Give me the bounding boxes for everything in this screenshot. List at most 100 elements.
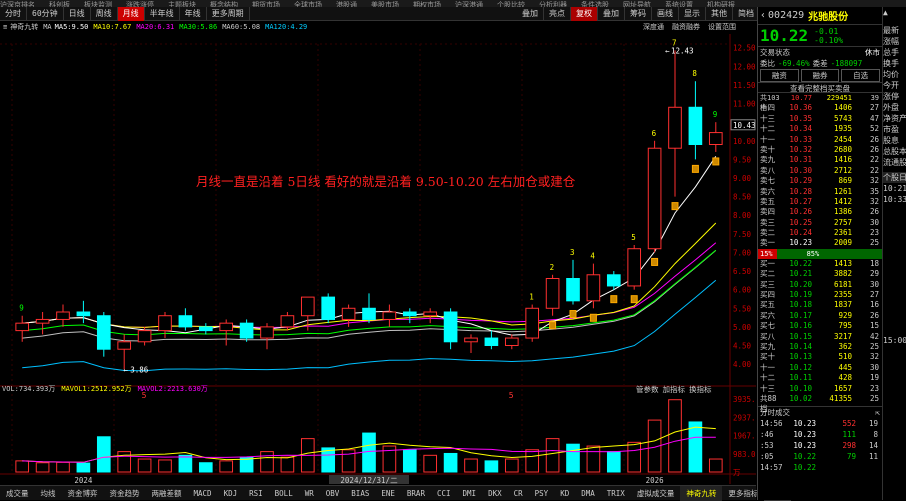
indicator-tab[interactable]: KD <box>554 486 575 501</box>
order-row: 十一 10.12 445 30 <box>758 363 882 373</box>
order-count: 26 <box>869 134 879 144</box>
x-axis-label: 2024/12/31/二 <box>340 476 398 484</box>
candle-up <box>504 337 519 346</box>
candle-up <box>382 311 397 320</box>
kline-chart-area[interactable]: 12.50 12.00 11.50 11.00 10.43 10.00 9.50 9.00 8.… <box>0 34 765 485</box>
subbar-option[interactable]: 设置范围 <box>708 22 736 32</box>
tick-price: 10.22 <box>793 463 816 473</box>
chart-tool-button[interactable]: 简档 <box>733 6 760 21</box>
y-tick-label: 12.00 <box>733 62 756 71</box>
period-tab[interactable]: 月线 <box>117 6 145 21</box>
indicator-tab[interactable]: RSI <box>243 486 269 501</box>
period-tab[interactable]: 60分钟 <box>27 6 64 21</box>
mavol2-value: MAVOL2:2213.630万 <box>137 385 208 393</box>
order-level: 买八 <box>760 331 775 341</box>
candle-up <box>158 315 172 332</box>
period-tab[interactable]: 分时 <box>0 6 27 21</box>
nine-turn-count: 9 <box>713 110 718 119</box>
period-tab[interactable]: 周线 <box>91 6 118 21</box>
order-count: 22 <box>869 165 879 175</box>
chart-tool-button[interactable]: 筹码 <box>625 6 652 21</box>
indicator-tab[interactable]: 虚拟成交量 <box>631 486 681 501</box>
indicator-tab[interactable]: 神奇九转 <box>680 485 723 501</box>
order-level: 买十 <box>760 352 775 362</box>
indicator-tab[interactable]: ENE <box>375 486 401 501</box>
chart-tool-button[interactable]: 画线 <box>652 6 679 21</box>
indicator-tab[interactable]: 两融差额 <box>146 486 188 501</box>
detail-label: 换手 <box>883 59 899 68</box>
period-tab[interactable]: 半年线 <box>145 6 180 21</box>
quote-action-button[interactable]: 自选 <box>841 69 881 82</box>
indicator-tab[interactable]: 资金趋势 <box>104 486 146 501</box>
y-tick-label: 6.00 <box>733 286 752 295</box>
quote-action-button[interactable]: 融资 <box>760 69 799 82</box>
indicator-tab[interactable]: BIAS <box>345 486 375 501</box>
menu-icon[interactable]: ≡ <box>3 23 7 31</box>
price-change: -0.01 <box>814 26 839 36</box>
indicator-tab[interactable]: TRIX <box>601 486 631 501</box>
indicator-tab[interactable]: MACD <box>188 486 218 501</box>
chart-tool-button[interactable]: 叠加 <box>517 6 544 21</box>
order-count: 25 <box>869 341 879 351</box>
detail-tab[interactable]: 个股日 <box>883 172 906 183</box>
order-volume: 1416 <box>833 155 852 165</box>
order-count: 47 <box>869 113 879 123</box>
indicator-tab[interactable]: DKX <box>482 486 508 501</box>
indicator-tab[interactable]: PSY <box>529 486 555 501</box>
subbar-option[interactable]: 融资融券 <box>672 22 700 32</box>
indicator-tab[interactable]: BRAR <box>401 486 431 501</box>
nine-turn-count: 3 <box>570 248 575 257</box>
order-count: 18 <box>869 258 879 268</box>
indicator-tab[interactable]: CCI <box>431 486 457 501</box>
candle-up <box>464 337 478 343</box>
high-arrow-icon: ← <box>665 46 670 55</box>
order-volume: 2757 <box>833 217 852 227</box>
indicator-tab[interactable]: DMA <box>575 486 601 501</box>
candle-down <box>76 311 91 317</box>
chart-tool-button[interactable]: 叠加 <box>598 6 625 21</box>
detail-label: 涨停 <box>883 92 899 101</box>
subbar-option[interactable]: 深度通 <box>643 22 664 32</box>
order-volume: 1413 <box>833 258 852 268</box>
prev-stock-icon[interactable]: ‹ <box>760 10 766 21</box>
order-count: 30 <box>869 279 879 289</box>
indicator-tab[interactable]: OBV <box>320 486 346 501</box>
indicator-tab[interactable]: 资金博弈 <box>62 486 104 501</box>
volume-tool-button[interactable]: 换指标 <box>689 384 712 395</box>
indicator-tab[interactable]: WR <box>299 486 320 501</box>
indicator-tab[interactable]: 均线 <box>35 486 62 501</box>
quote-action-button[interactable]: 融券 <box>800 69 840 82</box>
chart-tool-button[interactable]: 其他 <box>706 6 733 21</box>
full-queue-link[interactable]: 查看完整档买卖盘 <box>758 82 882 93</box>
period-tab[interactable]: 更多周期 <box>207 6 250 21</box>
chart-tool-button[interactable]: 亮点 <box>544 6 571 21</box>
volume-legend: VOL:734.393万 MAVOL1:2512.952万 MAVOL2:221… <box>2 384 208 394</box>
ticks-title: 分时成交 ⇱ <box>758 406 882 418</box>
period-tab[interactable]: 日线 <box>64 6 91 21</box>
volume-tool-button[interactable]: 加指标 <box>663 384 686 395</box>
y-tick-label: 9.50 <box>733 155 752 164</box>
indicator-tab[interactable]: CR <box>508 486 529 501</box>
volume-tool-button[interactable]: 管参数 <box>636 384 659 395</box>
indicator-tab[interactable]: 成交量 <box>0 486 35 501</box>
expand-icon[interactable]: ⇱ <box>875 407 880 418</box>
x-axis-label: 2026 <box>646 476 665 484</box>
period-tab[interactable]: 年线 <box>180 6 207 21</box>
kline-svg[interactable]: 12.50 12.00 11.50 11.00 10.43 10.00 9.50 9.00 8.… <box>0 34 765 485</box>
order-count: 25 <box>869 238 879 248</box>
chart-tool-button[interactable]: 显示 <box>679 6 706 21</box>
tick-time: :46 <box>760 430 774 440</box>
order-level: 卖二 <box>760 228 775 238</box>
chart-tool-button[interactable]: 复权 <box>571 6 598 21</box>
indicator-name[interactable]: 神奇九转 <box>10 22 38 32</box>
indicator-tab[interactable]: BOLL <box>269 486 299 501</box>
order-price: 10.34 <box>789 124 812 134</box>
indicator-tab[interactable]: DMI <box>457 486 483 501</box>
candle-up <box>586 274 601 302</box>
indicator-tab[interactable]: KDJ <box>218 486 244 501</box>
order-price: 10.20 <box>789 279 812 289</box>
detail-expand-icon[interactable]: ▲ <box>883 7 906 18</box>
tick-price: 10.22 <box>793 452 816 462</box>
order-count: 23 <box>869 383 879 393</box>
sell-orders: 十四 10.36 1406 27 十三 10.35 5743 47 十二 10.34 1935 52 十… <box>758 103 882 248</box>
